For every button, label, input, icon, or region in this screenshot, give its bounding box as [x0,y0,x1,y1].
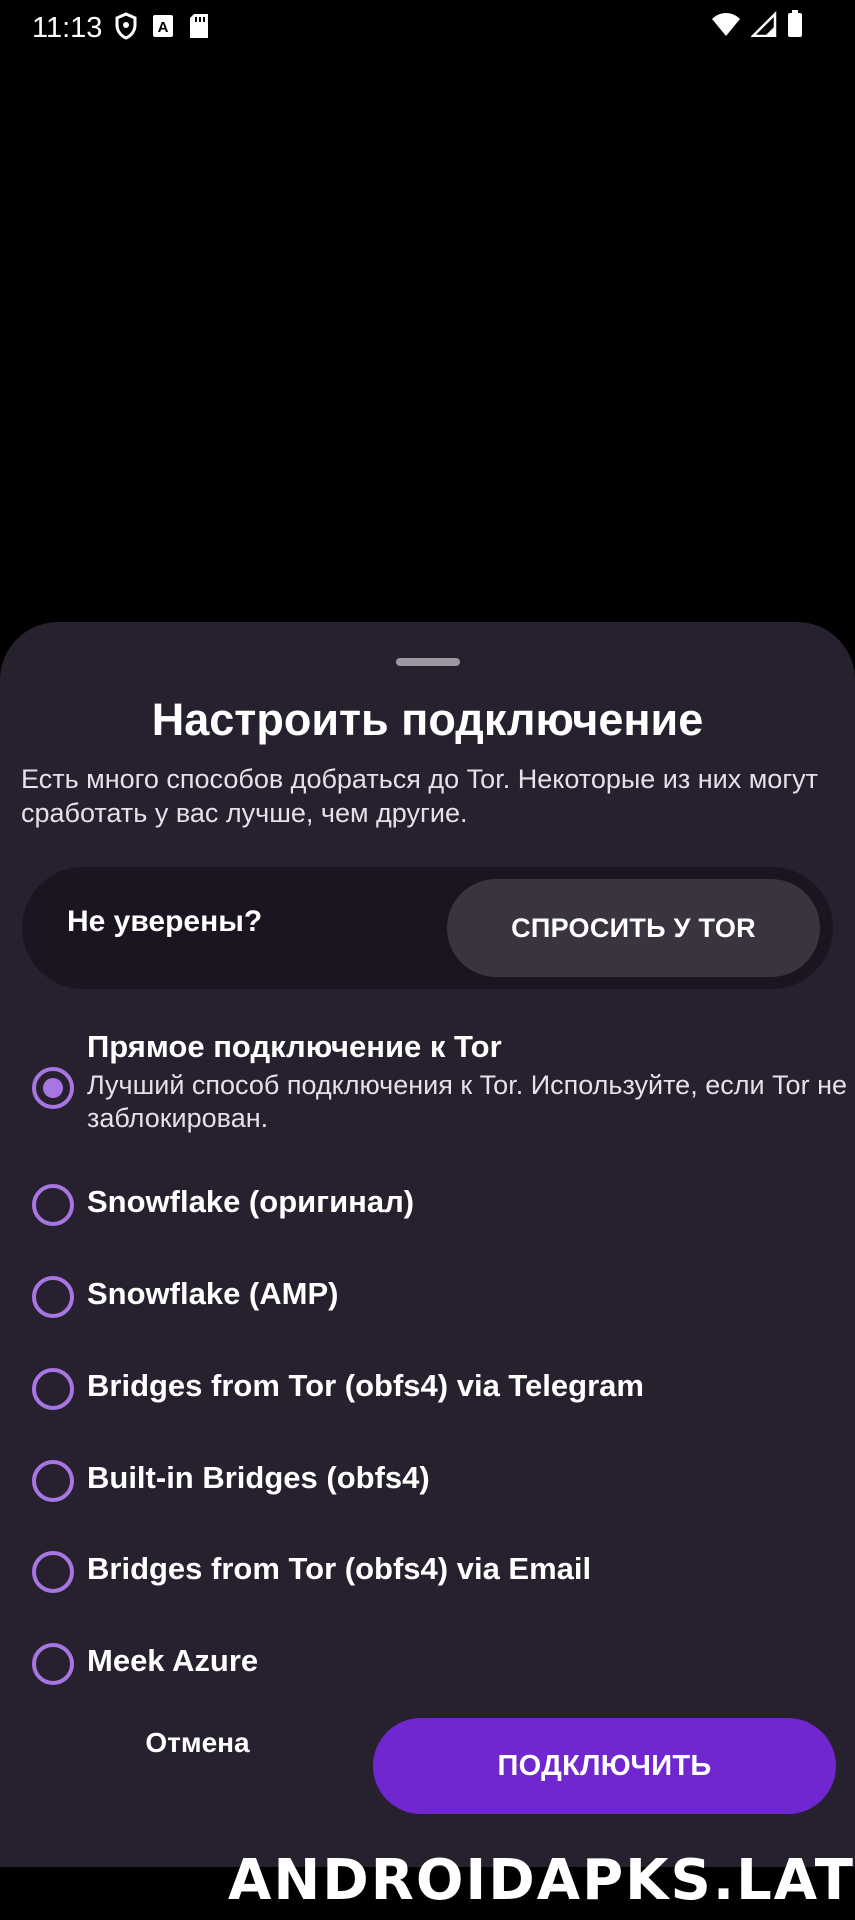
ask-tor-card: Не уверены? СПРОСИТЬ У TOR [22,867,833,989]
sheet-title: Настроить подключение [151,694,704,745]
option-snowflake-amp[interactable]: Snowflake (AMP) [30,1276,840,1326]
option-telegram-bridges[interactable]: Bridges from Tor (obfs4) via Telegram [30,1368,840,1418]
connect-button[interactable]: ПОДКЛЮЧИТЬ [373,1718,836,1814]
option-direct[interactable]: Прямое подключение к Tor Лучший способ п… [30,1029,847,1139]
status-bar: 11:13 A [0,0,855,56]
ask-tor-label: Не уверены? [67,905,263,938]
svg-text:A: A [158,19,169,36]
option-snowflake[interactable]: Snowflake (оригинал) [30,1184,840,1234]
radio-button[interactable] [32,1276,74,1318]
radio-button-selected[interactable] [32,1067,74,1109]
shield-icon [114,11,138,45]
radio-button[interactable] [32,1551,74,1593]
option-title: Built-in Bridges (obfs4) [87,1460,430,1495]
ask-tor-button[interactable]: СПРОСИТЬ У TOR [447,879,820,977]
status-time: 11:13 [32,11,103,44]
option-title: Meek Azure [87,1643,259,1678]
cancel-button[interactable]: Отмена [70,1712,325,1774]
option-title: Snowflake (AMP) [87,1276,339,1311]
option-meek-azure[interactable]: Meek Azure [30,1643,840,1693]
option-title: Bridges from Tor (obfs4) via Email [87,1551,592,1586]
radio-button[interactable] [32,1368,74,1410]
battery-icon [787,10,803,43]
option-title: Snowflake (оригинал) [87,1184,415,1219]
radio-button[interactable] [32,1643,74,1685]
watermark-text: ANDROIDAPKS.LAT [228,1848,855,1913]
option-title: Прямое подключение к Tor [87,1029,502,1064]
status-right-group [711,10,803,43]
sd-card-icon [188,13,210,44]
wifi-icon [711,11,741,42]
sheet-description: Есть много способов добраться до Tor. Не… [21,764,819,828]
drag-handle[interactable] [396,658,460,666]
signal-icon [749,10,777,42]
option-builtin-bridges[interactable]: Built-in Bridges (obfs4) [30,1460,840,1510]
option-email-bridges[interactable]: Bridges from Tor (obfs4) via Email [30,1551,840,1601]
option-description: Лучший способ подключения к Tor. Использ… [87,1070,847,1133]
option-title: Bridges from Tor (obfs4) via Telegram [87,1368,644,1403]
font-a-icon: A [152,14,174,43]
connection-bottom-sheet: Настроить подключение Есть много способо… [0,622,855,1867]
radio-button[interactable] [32,1184,74,1226]
radio-button[interactable] [32,1460,74,1502]
